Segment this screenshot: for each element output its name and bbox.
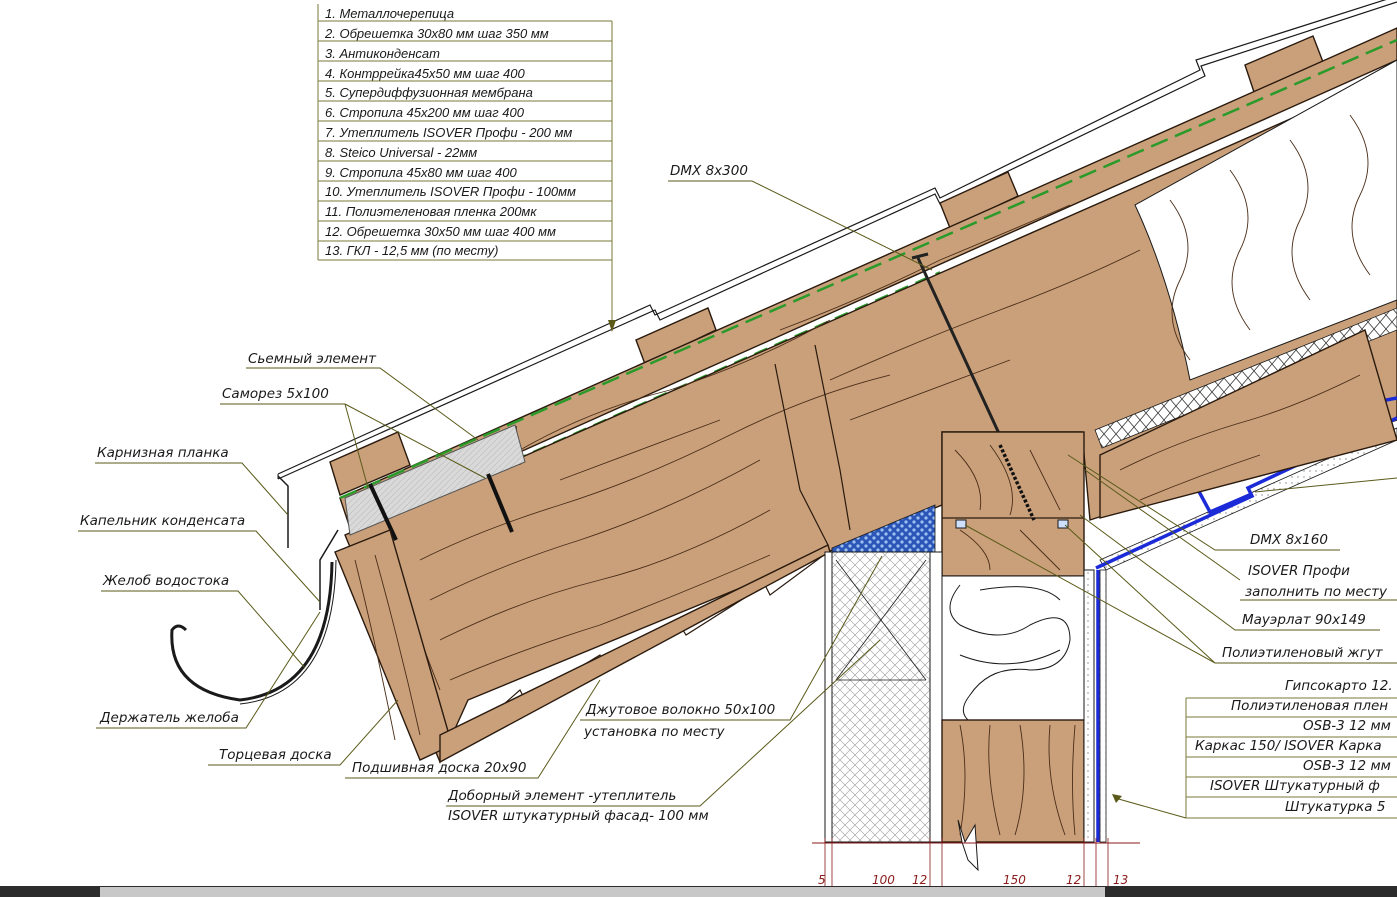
label-gutter: Желоб водостока <box>102 573 229 589</box>
eaves-strip <box>277 475 289 548</box>
legend-item: 12. Обрешетка 30х50 мм шаг 400 мм <box>325 224 556 239</box>
label-soffit-board: Подшивная доска 20х90 <box>352 760 526 776</box>
dimension-label: 100 <box>872 873 895 887</box>
label-screw: Саморез 5х100 <box>222 386 329 402</box>
wall-layers-table: Гипсокарто 12. Полиэтиленовая плен OSB-3… <box>1112 678 1397 819</box>
wall-layer-row: Штукатурка 5 <box>1285 799 1385 815</box>
legend-item: 7. Утеплитель ISOVER Профи - 200 мм <box>325 125 572 140</box>
dimension-label: 13 <box>1113 873 1128 887</box>
label-jute-1: Джутовое волокно 50х100 <box>585 702 775 718</box>
label-jute-2: установка по месту <box>583 724 725 740</box>
legend-item: 6. Стропила 45х200 мм шаг 400 <box>325 105 525 120</box>
wall-layer-row: OSB-3 12 мм <box>1303 758 1391 774</box>
label-gutter-holder: Держатель желоба <box>99 710 239 726</box>
legend-table: 1. Металлочерепица 2. Обрешетка 30х80 мм… <box>317 4 616 332</box>
label-pe-cord: Полиэтиленовый жгут <box>1222 645 1384 661</box>
label-eaves-strip: Карнизная планка <box>97 445 229 461</box>
label-isover-2: заполнить по месту <box>1245 584 1388 600</box>
dimension-label: 150 <box>1003 873 1026 887</box>
label-dmx160: DMX 8x160 <box>1250 532 1328 548</box>
mauerlat <box>941 431 1085 577</box>
legend-item: 2. Обрешетка 30х80 мм шаг 350 мм <box>324 26 549 41</box>
legend-item: 9. Стропила 45х80 мм шаг 400 <box>325 165 518 180</box>
dimension-label: 12 <box>912 873 927 887</box>
roof-eaves-section-drawing: 1. Металлочерепица 2. Обрешетка 30х80 мм… <box>0 0 1397 897</box>
inner-osb <box>1083 569 1095 843</box>
label-mauerlat: Мауэрлат 90х149 <box>1242 612 1366 628</box>
label-fascia-board: Торцевая доска <box>219 747 332 763</box>
bottom-bar-thumb[interactable] <box>100 887 1105 897</box>
wall-layer-row: Полиэтиленовая плен <box>1231 698 1388 714</box>
legend-item: 4. Контррейка45х50 мм шаг 400 <box>325 66 525 81</box>
label-extra-element-2: ISOVER штукатурный фасад- 100 мм <box>448 808 709 824</box>
label-condensate-drip: Капельник конденсата <box>80 513 245 529</box>
label-removable-element: Сьемный элемент <box>248 351 377 367</box>
label-dmx300: DMX 8x300 <box>670 163 748 179</box>
wall-stud <box>941 719 1085 843</box>
legend-item: 8. Steico Universal - 22мм <box>325 145 477 160</box>
wall-layer-row: Каркас 150/ ISOVER Карка <box>1195 738 1382 754</box>
wall-layer-row: ISOVER Штукатурный ф <box>1210 778 1380 794</box>
frame-insulation <box>941 575 1085 721</box>
facade-insulation <box>831 551 931 843</box>
dimension-label: 12 <box>1066 873 1081 887</box>
legend-item: 5. Супердиффузионная мембрана <box>325 85 533 100</box>
wall-layer-row: Гипсокарто 12. <box>1285 678 1393 694</box>
legend-item: 1. Металлочерепица <box>325 6 454 21</box>
label-isover-1: ISOVER Профи <box>1248 563 1350 579</box>
legend-item: 13. ГКЛ - 12,5 мм (по месту) <box>325 243 498 258</box>
legend-item: 3. Антиконденсат <box>325 46 440 61</box>
dimension-label: 5 <box>818 873 826 887</box>
wall-layer-row: OSB-3 12 мм <box>1303 718 1391 734</box>
legend-item: 11. Полиэтеленовая пленка 200мк <box>325 204 537 219</box>
legend-item: 10. Утеплитель ISOVER Профи - 100мм <box>325 184 576 199</box>
label-extra-element-1: Доборный элемент -утеплитель <box>447 788 676 804</box>
